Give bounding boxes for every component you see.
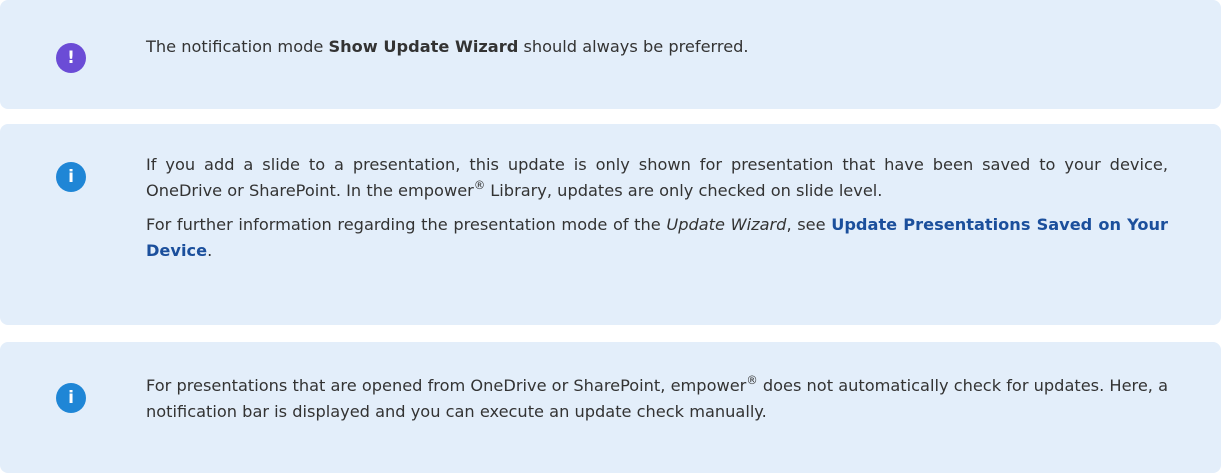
info-icon: i [56, 383, 86, 413]
callout-text: For presentations that are opened from O… [146, 373, 1168, 425]
exclamation-icon: ! [56, 43, 86, 73]
info-icon: i [56, 162, 86, 192]
info-callout: i If you add a slide to a presentation, … [0, 124, 1221, 325]
warning-callout: ! The notification mode Show Update Wiza… [0, 0, 1221, 109]
callout-text: If you add a slide to a presentation, th… [146, 152, 1168, 264]
paragraph: If you add a slide to a presentation, th… [146, 155, 1168, 200]
setting-name: Show Update Wizard [328, 37, 519, 56]
registered-mark: ® [746, 373, 758, 388]
paragraph: For presentations that are opened from O… [146, 373, 1168, 421]
callout-text: The notification mode Show Update Wizard… [146, 34, 1168, 60]
info-callout: i For presentations that are opened from… [0, 342, 1221, 473]
feature-name: Update Wizard [666, 215, 787, 234]
registered-mark: ® [473, 178, 486, 193]
paragraph: For further information regarding the pr… [146, 215, 1168, 260]
paragraph: The notification mode Show Update Wizard… [146, 37, 749, 56]
